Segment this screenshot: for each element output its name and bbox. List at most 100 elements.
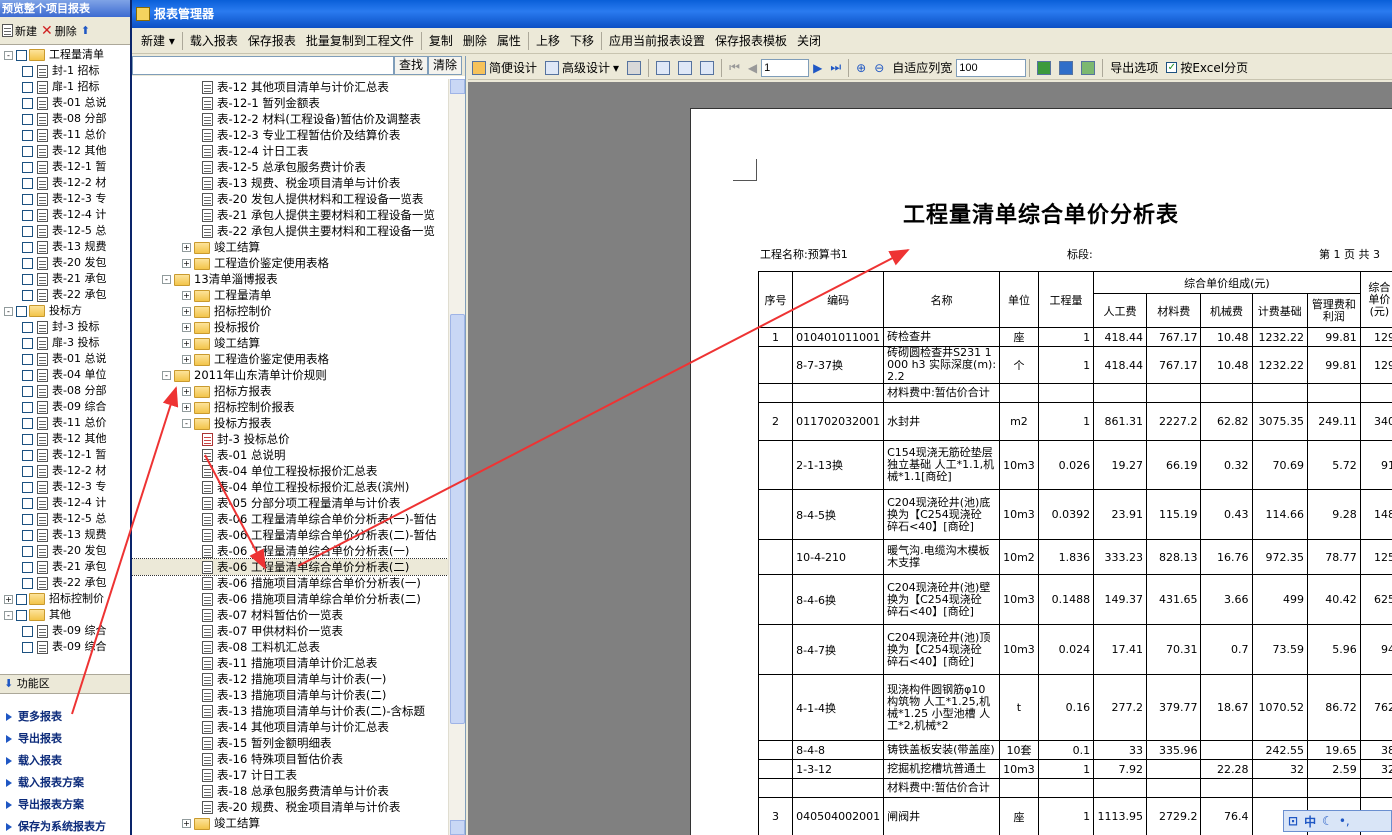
- collapse-icon[interactable]: -: [182, 419, 191, 428]
- menu-item[interactable]: 下移: [565, 31, 599, 51]
- tree-report-item[interactable]: 封-3 投标总价: [132, 431, 448, 447]
- page-number-input[interactable]: [761, 58, 810, 77]
- checkbox-icon[interactable]: [22, 497, 33, 509]
- checkbox-icon[interactable]: [22, 353, 33, 365]
- checkbox-icon[interactable]: [22, 289, 33, 301]
- tree-report-item[interactable]: 表-22 承包: [0, 575, 130, 591]
- tree-report-item[interactable]: 表-12-4 计日工表: [132, 143, 448, 159]
- tree-folder[interactable]: + 竣工结算: [132, 335, 448, 351]
- tree-report-item[interactable]: 表-12-3 专: [0, 479, 130, 495]
- tree-report-item[interactable]: 表-21 承包: [0, 271, 130, 287]
- checkbox-icon[interactable]: [22, 561, 33, 573]
- collapse-icon[interactable]: -: [162, 275, 171, 284]
- tree-folder[interactable]: + 竣工结算: [132, 239, 448, 255]
- tree-report-item[interactable]: 表-22 承包人提供主要材料和工程设备一览: [132, 223, 448, 239]
- checkbox-icon[interactable]: [22, 241, 33, 253]
- scroll-up-arrow[interactable]: [450, 79, 465, 94]
- tree-folder[interactable]: - 2011年山东清单计价规则: [132, 367, 448, 383]
- tree-report-item[interactable]: 表-01 总说明: [132, 447, 448, 463]
- tree-report-item[interactable]: 表-01 总说: [0, 351, 130, 367]
- tree-folder[interactable]: + 工程量清单: [132, 287, 448, 303]
- expand-icon[interactable]: +: [182, 355, 191, 364]
- checkbox-icon[interactable]: [22, 81, 33, 93]
- checkbox-icon[interactable]: [22, 65, 33, 77]
- tree-report-item[interactable]: 表-04 单位工程投标报价汇总表: [132, 463, 448, 479]
- tree-folder[interactable]: + 招标控制价: [132, 303, 448, 319]
- tree-report-item[interactable]: 表-12-5 总承包服务费计价表: [132, 159, 448, 175]
- tree-report-item[interactable]: 表-12-5 总: [0, 223, 130, 239]
- delete-button[interactable]: ✕ 删除: [41, 23, 77, 39]
- tree-report-item[interactable]: 表-22 承包: [0, 287, 130, 303]
- tree-report-item[interactable]: 表-09 综合: [0, 623, 130, 639]
- tree-report-item[interactable]: 表-20 发包: [0, 255, 130, 271]
- last-page-button[interactable]: ⏭: [826, 58, 845, 78]
- checkbox-icon[interactable]: [22, 577, 33, 589]
- tree-report-item[interactable]: 表-12-3 专: [0, 191, 130, 207]
- tree-report-item[interactable]: 表-12 其他: [0, 143, 130, 159]
- collapse-icon[interactable]: -: [4, 610, 13, 620]
- tree-report-item[interactable]: 表-05 分部分项工程量清单与计价表: [132, 495, 448, 511]
- tree-folder[interactable]: - 13清单淄博报表: [132, 271, 448, 287]
- zoom-out-button[interactable]: ⊖: [870, 58, 888, 78]
- checkbox-icon[interactable]: [22, 113, 33, 125]
- checkbox-icon[interactable]: [22, 417, 33, 429]
- tree-report-item[interactable]: 表-04 单位: [0, 367, 130, 383]
- tree-report-item[interactable]: 表-12-2 材料(工程设备)暂估价及调整表: [132, 111, 448, 127]
- excel-split-checkbox[interactable]: ✓ 按Excel分页: [1162, 58, 1252, 78]
- tree-report-item[interactable]: 表-12 其他: [0, 431, 130, 447]
- tree-report-item[interactable]: 表-16 特殊项目暂估价表: [132, 751, 448, 767]
- print-button[interactable]: [623, 58, 645, 78]
- tree-report-item[interactable]: 表-12-4 计: [0, 207, 130, 223]
- checkbox-icon[interactable]: [22, 385, 33, 397]
- export-options-button[interactable]: 导出选项: [1106, 58, 1162, 78]
- tree-report-item[interactable]: 表-13 规费: [0, 239, 130, 255]
- tree-report-item[interactable]: 表-13 规费、税金项目清单与计价表: [132, 175, 448, 191]
- function-item[interactable]: 保存为系统报表方: [0, 816, 130, 835]
- tree-report-item[interactable]: 表-14 其他项目清单与计价汇总表: [132, 719, 448, 735]
- checkbox-icon[interactable]: [22, 177, 33, 189]
- expand-icon[interactable]: +: [4, 594, 13, 604]
- menu-item[interactable]: 新建 ▾: [136, 31, 180, 51]
- export-excel-button[interactable]: [1033, 58, 1055, 78]
- tree-report-item[interactable]: 扉-1 招标: [0, 79, 130, 95]
- multi-page-button[interactable]: [696, 58, 718, 78]
- checkbox-icon[interactable]: [22, 449, 33, 461]
- tree-folder[interactable]: - 其他: [0, 607, 130, 623]
- expand-icon[interactable]: +: [182, 387, 191, 396]
- menu-item[interactable]: 复制: [424, 31, 458, 51]
- expand-icon[interactable]: +: [182, 291, 191, 300]
- checkbox-icon[interactable]: [22, 337, 33, 349]
- tree-report-item[interactable]: 表-12-2 材: [0, 463, 130, 479]
- function-item[interactable]: 载入报表: [0, 750, 130, 772]
- expand-icon[interactable]: +: [182, 819, 191, 828]
- tree-report-item[interactable]: 表-12-1 暂: [0, 447, 130, 463]
- checkbox-icon[interactable]: [22, 145, 33, 157]
- tree-report-item[interactable]: 表-11 措施项目清单计价汇总表: [132, 655, 448, 671]
- checkbox-icon[interactable]: [22, 465, 33, 477]
- function-item[interactable]: 导出报表方案: [0, 794, 130, 816]
- tree-report-item[interactable]: 表-06 工程量清单综合单价分析表(二): [132, 558, 448, 576]
- clear-button[interactable]: 清除: [428, 56, 463, 75]
- function-item[interactable]: 导出报表: [0, 728, 130, 750]
- checkbox-icon[interactable]: [16, 609, 27, 621]
- simple-design-button[interactable]: 简便设计: [468, 58, 541, 78]
- tree-report-item[interactable]: 表-13 措施项目清单与计价表(二): [132, 687, 448, 703]
- tree-report-item[interactable]: 表-11 总价: [0, 127, 130, 143]
- checkbox-icon[interactable]: [22, 193, 33, 205]
- checkbox-icon[interactable]: [16, 593, 27, 605]
- tree-report-item[interactable]: 表-21 承包人提供主要材料和工程设备一览: [132, 207, 448, 223]
- tree-report-item[interactable]: 表-18 总承包服务费清单与计价表: [132, 783, 448, 799]
- tree-folder[interactable]: - 投标方: [0, 303, 130, 319]
- tree-report-item[interactable]: 表-17 计日工表: [132, 767, 448, 783]
- checkbox-icon[interactable]: [22, 513, 33, 525]
- checkbox-icon[interactable]: [22, 545, 33, 557]
- tree-report-item[interactable]: 表-07 甲供材料价一览表: [132, 623, 448, 639]
- tree-report-item[interactable]: 表-04 单位工程投标报价汇总表(滨州): [132, 479, 448, 495]
- find-button[interactable]: 查找: [394, 56, 429, 75]
- menu-item[interactable]: 载入报表: [185, 31, 243, 51]
- expand-icon[interactable]: +: [182, 243, 191, 252]
- tree-report-item[interactable]: 表-13 规费: [0, 527, 130, 543]
- tree-report-item[interactable]: 表-20 发包人提供材料和工程设备一览表: [132, 191, 448, 207]
- tree-scrollbar[interactable]: [448, 79, 465, 835]
- menu-item[interactable]: 删除: [458, 31, 492, 51]
